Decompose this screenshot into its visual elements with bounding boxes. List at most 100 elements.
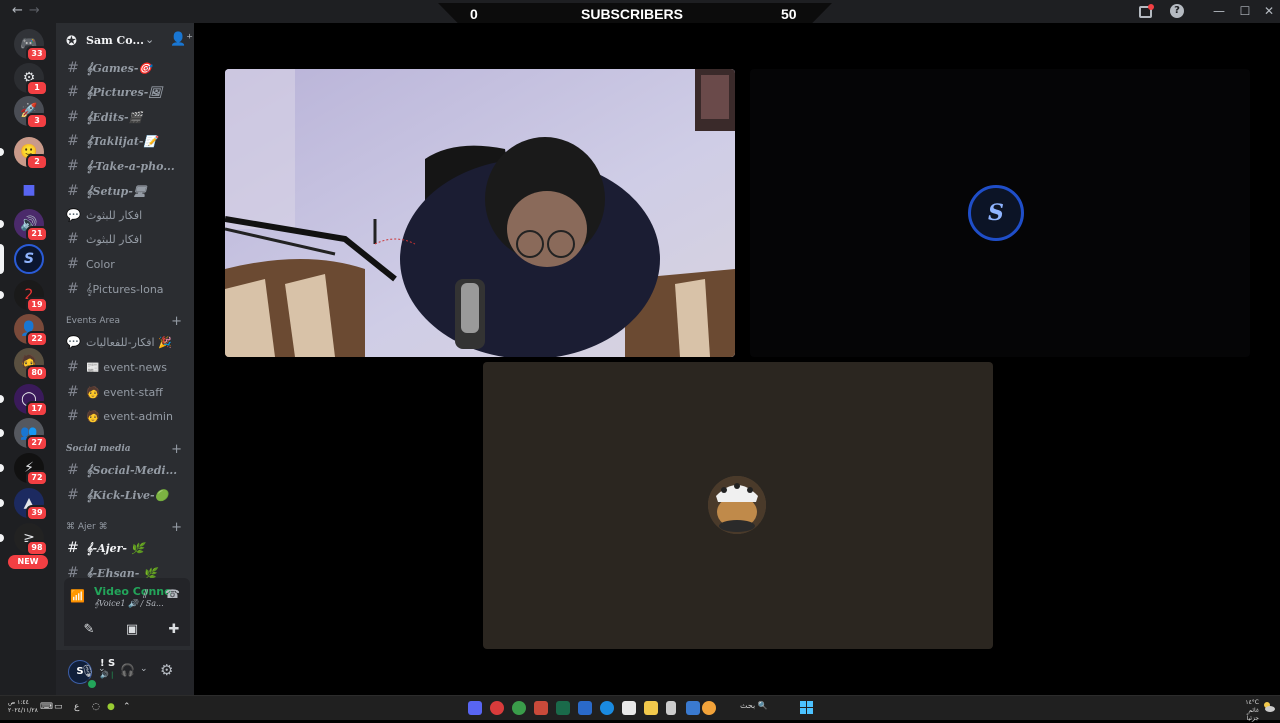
- channel-event-news[interactable]: # 📰 event-news: [64, 357, 188, 379]
- app-icon[interactable]: [686, 701, 700, 715]
- tray-app-icon[interactable]: ◌: [92, 702, 100, 712]
- channel-ajer[interactable]: # 𝄞-Ajer- 🌿: [64, 538, 188, 560]
- network-icon[interactable]: ⌨: [40, 702, 53, 712]
- os-taskbar: ١:٤٤ ص ٢٠٢٤/١١/٢٨ ⌨ ▭ ع ◌ ● ⌃ بحث 🔍 ١٤°C…: [0, 695, 1280, 723]
- clock-date: ٢٠٢٤/١١/٢٨: [8, 707, 38, 714]
- server-face[interactable]: 🙂 2: [0, 137, 48, 170]
- chevron-down-icon[interactable]: ⌄: [98, 664, 106, 674]
- add-channel-icon[interactable]: +: [171, 520, 182, 535]
- microphone-icon[interactable]: 🎙: [80, 664, 95, 678]
- noise-suppression-icon[interactable]: ⫽: [143, 587, 148, 602]
- channel-pictures[interactable]: # 𝄞Pictures-🖼: [64, 82, 188, 104]
- back-arrow-icon[interactable]: ←: [12, 3, 29, 18]
- headphones-icon[interactable]: 🎧: [120, 663, 135, 677]
- disconnect-icon[interactable]: ☎: [165, 587, 180, 601]
- hashtag-icon: #: [67, 565, 79, 579]
- channel-take-a-photo[interactable]: # 𝄞-Take-a-pho...: [64, 156, 188, 178]
- add-channel-icon[interactable]: +: [171, 442, 182, 457]
- channel-color[interactable]: # Color: [64, 254, 188, 276]
- hashtag-icon: #: [67, 256, 79, 272]
- home-button[interactable]: 🎮 33: [14, 29, 48, 62]
- channel-kick-live[interactable]: # 𝄞Kick-Live-🟢: [64, 485, 188, 507]
- s-logo-avatar-tile[interactable]: S: [750, 69, 1250, 357]
- search-label: بحث: [740, 701, 756, 710]
- app-icon[interactable]: [702, 701, 716, 715]
- terminal-app-icon[interactable]: [556, 701, 570, 715]
- server-dark[interactable]: ≥ 98: [0, 523, 48, 556]
- channel-event-staff[interactable]: # 🧑 event-staff: [64, 382, 188, 404]
- cat-avatar-tile[interactable]: [483, 362, 993, 649]
- webcam-feed-image: [225, 69, 735, 357]
- voice-channel-name[interactable]: 𝄞Voice1 🔊 / Sa...: [94, 599, 172, 609]
- channel-stream-ideas-forum[interactable]: 💬 افكار للبثوث: [64, 205, 188, 227]
- channel-social-media[interactable]: # 𝄞Social-Medi...: [64, 460, 188, 482]
- activities-icon[interactable]: ✚: [161, 619, 187, 641]
- taskbar-clock[interactable]: ١:٤٤ ص ٢٠٢٤/١١/٢٨: [8, 699, 38, 715]
- webcam-video-tile[interactable]: [225, 69, 735, 357]
- camera-off-icon[interactable]: ✎: [76, 619, 102, 641]
- minimize-icon[interactable]: —: [1212, 4, 1226, 18]
- forward-arrow-icon[interactable]: →: [29, 3, 46, 18]
- inbox-icon[interactable]: [1139, 4, 1154, 18]
- category-ajer[interactable]: ⌘ Ajer ⌘ +: [66, 520, 190, 536]
- server-purple[interactable]: 🔊 21: [0, 209, 48, 242]
- display-icon[interactable]: ▭: [54, 702, 63, 712]
- channel-taklijat[interactable]: # 𝄞Taklijat-📝: [64, 131, 188, 153]
- taskbar-search[interactable]: بحث 🔍: [740, 701, 768, 710]
- app-icon[interactable]: [666, 701, 676, 715]
- channel-stream-ideas[interactable]: # افكار للبثوث: [64, 229, 188, 251]
- weather-widget[interactable]: ١٤°C غائم جزئياً: [1235, 699, 1259, 723]
- server-lightning[interactable]: ⚡ 72: [0, 453, 48, 486]
- edge-app-icon[interactable]: [600, 701, 614, 715]
- server-folder[interactable]: ■: [14, 175, 44, 205]
- help-icon[interactable]: ?: [1170, 4, 1184, 18]
- add-channel-icon[interactable]: +: [171, 314, 182, 329]
- guild-header[interactable]: ✪ Sam Co... ⌄ 👤⁺: [56, 23, 194, 59]
- discord-app-icon[interactable]: [468, 701, 482, 715]
- app-icon[interactable]: [534, 701, 548, 715]
- file-explorer-icon[interactable]: [644, 701, 658, 715]
- channel-label: 𝄞-Ajer- 🌿: [86, 542, 145, 555]
- close-icon[interactable]: ✕: [1262, 4, 1276, 18]
- server-red[interactable]: 2 19: [0, 280, 48, 313]
- chevron-down-icon[interactable]: ⌄: [145, 33, 154, 46]
- channel-event-admin[interactable]: # 🧑 event-admin: [64, 406, 188, 428]
- obs-app-icon[interactable]: [490, 701, 504, 715]
- server-gear[interactable]: ⚙ 1: [14, 63, 48, 96]
- channel-label: 𝄞Social-Medi...: [86, 464, 178, 477]
- server-person[interactable]: 👤 22: [14, 314, 48, 347]
- connection-signal-icon[interactable]: 📶: [70, 589, 85, 603]
- weather-icon[interactable]: [1262, 699, 1276, 713]
- server-crowd[interactable]: 👥 27: [0, 418, 48, 451]
- screen-share-icon[interactable]: ▣: [119, 619, 145, 641]
- gear-icon[interactable]: ⚙: [160, 661, 173, 679]
- language-icon[interactable]: ع: [74, 702, 79, 712]
- s-logo-icon: S: [988, 200, 1004, 226]
- app-icon[interactable]: [578, 701, 592, 715]
- maximize-icon[interactable]: ☐: [1238, 4, 1252, 18]
- add-user-icon[interactable]: 👤⁺: [170, 32, 193, 47]
- channel-pictures-lona[interactable]: # 𝄞Pictures-lona: [64, 279, 188, 301]
- chevron-down-icon[interactable]: ⌄: [140, 664, 148, 674]
- server-man[interactable]: 🧔 80: [14, 348, 48, 381]
- chevron-up-icon[interactable]: ⌃: [123, 702, 131, 712]
- server-rocket[interactable]: 🚀 3: [14, 96, 48, 129]
- category-events-area[interactable]: Events Area +: [66, 314, 190, 330]
- channel-games[interactable]: # 𝄞Games-🎯: [64, 58, 188, 80]
- server-triangle[interactable]: ▲ 39: [0, 488, 48, 521]
- new-unreads-pill[interactable]: NEW: [8, 555, 48, 569]
- tray-app-icon[interactable]: ●: [107, 702, 115, 712]
- server-ring[interactable]: ◯ 17: [0, 384, 48, 417]
- category-social-media[interactable]: Social media +: [66, 442, 190, 458]
- channel-event-ideas-forum[interactable]: 💬 افكار-للفعاليات 🎉: [64, 332, 188, 354]
- hashtag-icon: #: [67, 540, 79, 556]
- start-menu-icon[interactable]: [800, 701, 814, 715]
- channel-ehsan[interactable]: # 𝄞-Ehsan- 🌿: [64, 563, 188, 579]
- voice-status[interactable]: Video Connecte: [94, 585, 172, 598]
- channel-label: 𝄞Kick-Live-🟢: [86, 489, 169, 502]
- channel-setup[interactable]: # 𝄞Setup-🖥: [64, 181, 188, 203]
- store-app-icon[interactable]: [622, 701, 636, 715]
- server-s-logo[interactable]: S: [0, 244, 44, 274]
- chrome-app-icon[interactable]: [512, 701, 526, 715]
- channel-edits[interactable]: # 𝄞Edits-🎬: [64, 107, 188, 129]
